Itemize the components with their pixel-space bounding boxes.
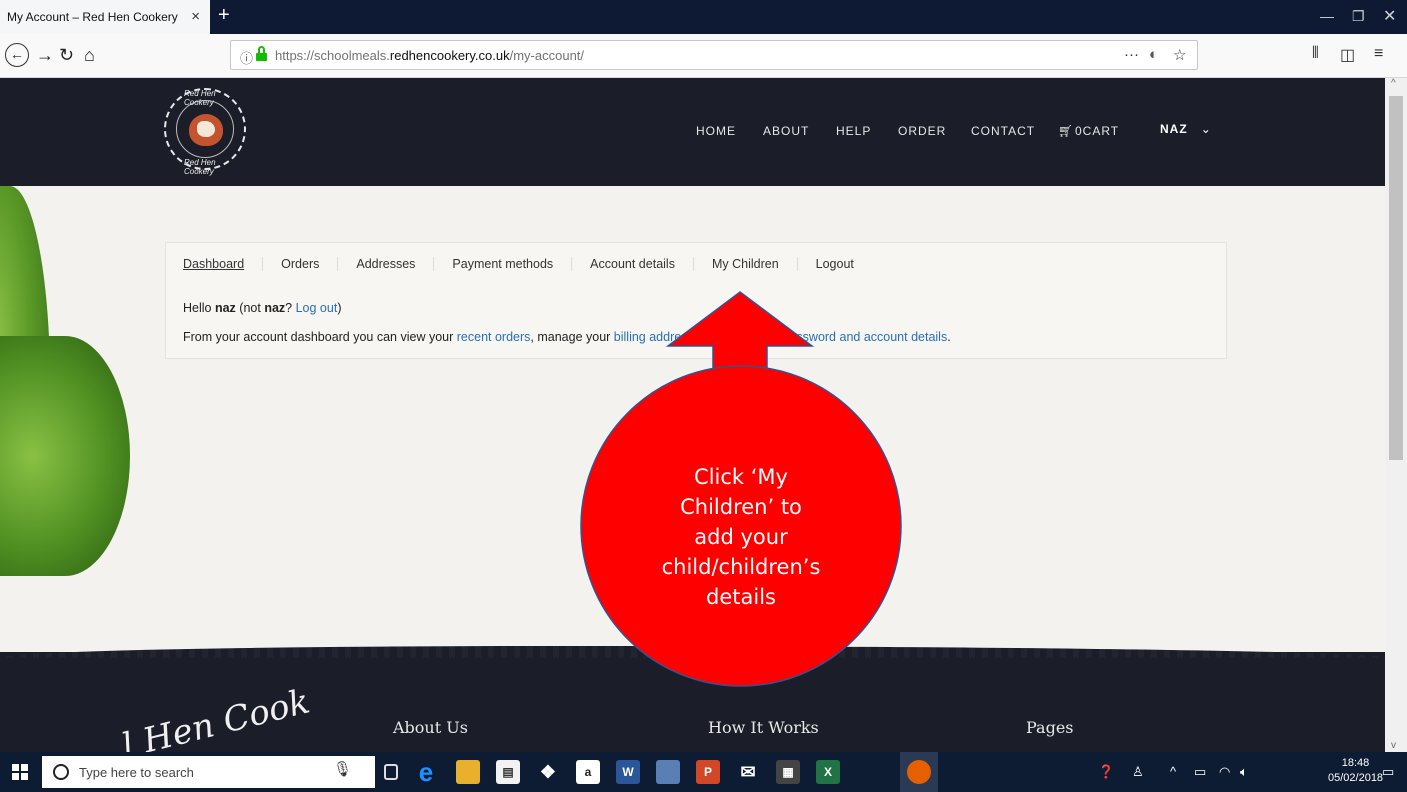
scroll-thumb[interactable] bbox=[1389, 96, 1403, 460]
tab-orders[interactable]: Orders bbox=[263, 257, 339, 271]
screen: My Account – Red Hen Cookery × + — ❐ ✕ ←… bbox=[0, 0, 1407, 792]
logout-link[interactable]: Log out bbox=[296, 301, 338, 315]
recent-orders-link[interactable]: recent orders bbox=[457, 330, 531, 344]
footer-logo: l Hen Cook bbox=[118, 681, 314, 752]
calculator-icon[interactable]: ▦ bbox=[776, 760, 800, 784]
cart-icon[interactable]: 🛒︎ bbox=[1058, 124, 1073, 138]
annotation-line: Children’ to bbox=[680, 495, 802, 519]
minimize-icon[interactable]: — bbox=[1320, 8, 1334, 24]
url-bar[interactable]: ⓘ https://schoolmeals.redhencookery.co.u… bbox=[230, 40, 1198, 70]
clock-time: 18:48 bbox=[1341, 757, 1370, 769]
nav-home[interactable]: HOME bbox=[696, 124, 736, 138]
firefox-icon[interactable] bbox=[907, 760, 931, 784]
search-placeholder: Type here to search bbox=[79, 764, 194, 780]
notifications-icon[interactable]: ▭ bbox=[1382, 764, 1394, 780]
nav-about[interactable]: ABOUT bbox=[763, 124, 809, 138]
home-icon[interactable]: ⌂ bbox=[84, 44, 95, 66]
nav-contact[interactable]: CONTACT bbox=[971, 124, 1035, 138]
tab-my-children[interactable]: My Children bbox=[694, 257, 798, 271]
excel-icon[interactable]: X bbox=[816, 760, 840, 784]
windows-taskbar: Type here to search 🎙︎ e ▤ ❖ a W P ✉ ▦ X… bbox=[0, 752, 1407, 792]
cortana-icon bbox=[53, 764, 69, 780]
close-tab-icon[interactable]: × bbox=[191, 8, 200, 25]
clock[interactable]: 18:48 05/02/2018 bbox=[1328, 756, 1383, 786]
browser-tab[interactable]: My Account – Red Hen Cookery × bbox=[0, 0, 210, 34]
nav-order[interactable]: ORDER bbox=[898, 124, 946, 138]
site-footer: l Hen Cook About Us How It Works Pages bbox=[0, 646, 1385, 752]
back-icon[interactable]: ← bbox=[5, 43, 29, 67]
footer-pages-heading: Pages bbox=[1026, 718, 1074, 737]
site-logo[interactable]: Red Hen Cookery Red Hen Cookery bbox=[164, 88, 246, 176]
dropbox-icon[interactable]: ❖ bbox=[536, 760, 560, 784]
restore-icon[interactable]: ❐ bbox=[1352, 8, 1365, 25]
lock-icon bbox=[256, 46, 267, 62]
scroll-down-icon[interactable]: v bbox=[1391, 740, 1396, 751]
lettuce-decoration-lower bbox=[0, 336, 130, 576]
powerpoint-icon[interactable]: P bbox=[696, 760, 720, 784]
people-icon[interactable]: ♙ bbox=[1132, 764, 1144, 780]
tab-addresses[interactable]: Addresses bbox=[338, 257, 435, 271]
photos-icon[interactable] bbox=[656, 760, 680, 784]
windows-start-icon[interactable] bbox=[12, 764, 28, 780]
user-menu[interactable]: NAZ ⌄ bbox=[1160, 122, 1212, 136]
footer-how-heading: How It Works bbox=[708, 718, 819, 737]
edge-icon[interactable]: e bbox=[414, 759, 438, 785]
browser-tab-strip: My Account – Red Hen Cookery × + — ❐ ✕ bbox=[0, 0, 1407, 34]
battery-icon[interactable]: ▭ bbox=[1194, 764, 1206, 780]
page-scrollbar[interactable]: ^ v bbox=[1385, 78, 1407, 752]
file-explorer-icon[interactable] bbox=[456, 760, 480, 784]
pocket-icon[interactable]: ◐ bbox=[1149, 46, 1158, 63]
wifi-icon[interactable]: ◠ bbox=[1219, 764, 1230, 780]
task-view-icon[interactable] bbox=[384, 764, 398, 780]
mail-icon[interactable]: ✉ bbox=[736, 760, 760, 784]
tab-dashboard[interactable]: Dashboard bbox=[183, 257, 264, 271]
amazon-icon[interactable]: a bbox=[576, 760, 600, 784]
url-text[interactable]: https://schoolmeals.redhencookery.co.uk/… bbox=[275, 48, 584, 63]
clock-date: 05/02/2018 bbox=[1328, 772, 1384, 784]
close-window-icon[interactable]: ✕ bbox=[1383, 6, 1396, 26]
tab-account-details[interactable]: Account details bbox=[572, 257, 694, 271]
logo-text-bottom: Red Hen Cookery bbox=[184, 158, 216, 176]
nav-cart[interactable]: 0CART bbox=[1075, 124, 1119, 138]
tab-logout[interactable]: Logout bbox=[798, 257, 872, 271]
footer-about-heading: About Us bbox=[393, 718, 468, 737]
site-info-icon[interactable]: ⓘ bbox=[240, 48, 253, 67]
new-tab-icon[interactable]: + bbox=[218, 4, 230, 27]
site-header: Red Hen Cookery Red Hen Cookery HOME ABO… bbox=[0, 78, 1385, 186]
chevron-down-icon: ⌄ bbox=[1200, 122, 1212, 136]
store-icon[interactable]: ▤ bbox=[496, 760, 520, 784]
annotation-line: child/children’s bbox=[661, 555, 821, 579]
menu-icon[interactable]: ≡ bbox=[1374, 45, 1383, 63]
logo-text-top: Red Hen Cookery bbox=[184, 89, 216, 107]
reload-icon[interactable]: ↻ bbox=[59, 44, 74, 66]
microphone-icon[interactable]: 🎙︎ bbox=[333, 760, 352, 778]
taskbar-search[interactable]: Type here to search bbox=[42, 756, 375, 788]
greeting: Hello naz (not naz? Log out) bbox=[183, 301, 342, 315]
user-name: NAZ bbox=[1160, 122, 1188, 136]
sidebar-icon[interactable]: ◫ bbox=[1340, 45, 1355, 65]
volume-icon[interactable]: 🔈︎ bbox=[1240, 764, 1248, 780]
annotation-text: Click ‘My Children’ to add your child/ch… bbox=[596, 462, 886, 612]
forward-icon[interactable]: → bbox=[36, 44, 54, 66]
annotation-line: details bbox=[706, 585, 776, 609]
nav-help[interactable]: HELP bbox=[836, 124, 871, 138]
account-dashboard: Dashboard Orders Addresses Payment metho… bbox=[165, 242, 1227, 359]
account-navigation: Dashboard Orders Addresses Payment metho… bbox=[183, 257, 872, 271]
bookmark-star-icon[interactable]: ☆ bbox=[1173, 46, 1186, 64]
scroll-up-icon[interactable]: ^ bbox=[1391, 78, 1396, 89]
dashboard-intro: From your account dashboard you can view… bbox=[183, 330, 951, 344]
billing-address-link[interactable]: billing addres bbox=[614, 330, 688, 344]
web-page: Red Hen Cookery Red Hen Cookery HOME ABO… bbox=[0, 78, 1385, 752]
chevron-up-icon[interactable]: ^ bbox=[1170, 764, 1176, 779]
library-icon[interactable]: ⫴ bbox=[1312, 45, 1319, 63]
browser-toolbar: ← → ↻ ⌂ ⓘ https://schoolmeals.redhencook… bbox=[0, 34, 1407, 78]
tab-title: My Account – Red Hen Cookery bbox=[7, 10, 178, 24]
help-icon[interactable]: ❓ bbox=[1098, 764, 1114, 780]
account-details-link[interactable]: assword and account details bbox=[789, 330, 947, 344]
word-icon[interactable]: W bbox=[616, 760, 640, 784]
annotation-line: add your bbox=[694, 525, 788, 549]
annotation-line: Click ‘My bbox=[694, 465, 788, 489]
page-actions-icon[interactable]: ··· bbox=[1124, 46, 1139, 63]
tab-payment-methods[interactable]: Payment methods bbox=[434, 257, 573, 271]
